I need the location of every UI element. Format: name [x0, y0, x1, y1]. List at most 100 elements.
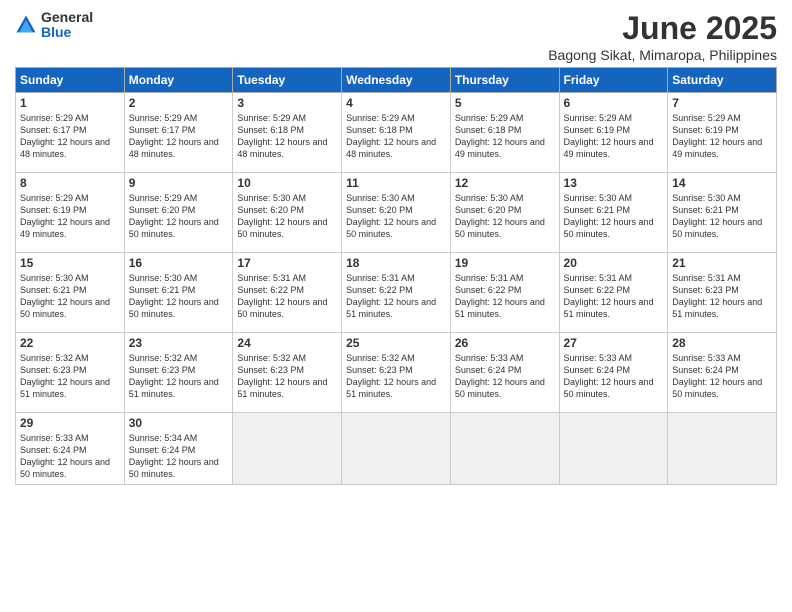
location-subtitle: Bagong Sikat, Mimaropa, Philippines — [548, 47, 777, 63]
col-friday: Friday — [559, 68, 668, 93]
table-row: 30 Sunrise: 5:34 AMSunset: 6:24 PMDayligh… — [124, 413, 233, 485]
col-monday: Monday — [124, 68, 233, 93]
day-info: Sunrise: 5:34 AMSunset: 6:24 PMDaylight:… — [129, 432, 229, 481]
calendar-header-row: Sunday Monday Tuesday Wednesday Thursday… — [16, 68, 777, 93]
day-number: 18 — [346, 256, 446, 270]
table-row — [233, 413, 342, 485]
day-number: 17 — [237, 256, 337, 270]
day-info: Sunrise: 5:30 AMSunset: 6:21 PMDaylight:… — [129, 272, 229, 321]
logo-icon — [15, 14, 37, 36]
day-info: Sunrise: 5:32 AMSunset: 6:23 PMDaylight:… — [237, 352, 337, 401]
col-sunday: Sunday — [16, 68, 125, 93]
table-row: 3 Sunrise: 5:29 AMSunset: 6:18 PMDaylight… — [233, 93, 342, 173]
table-row: 16 Sunrise: 5:30 AMSunset: 6:21 PMDayligh… — [124, 253, 233, 333]
day-info: Sunrise: 5:33 AMSunset: 6:24 PMDaylight:… — [564, 352, 664, 401]
day-number: 1 — [20, 96, 120, 110]
day-number: 9 — [129, 176, 229, 190]
col-thursday: Thursday — [450, 68, 559, 93]
day-number: 22 — [20, 336, 120, 350]
table-row — [559, 413, 668, 485]
table-row: 25 Sunrise: 5:32 AMSunset: 6:23 PMDayligh… — [342, 333, 451, 413]
day-info: Sunrise: 5:32 AMSunset: 6:23 PMDaylight:… — [129, 352, 229, 401]
calendar-week-row: 29 Sunrise: 5:33 AMSunset: 6:24 PMDayligh… — [16, 413, 777, 485]
day-info: Sunrise: 5:29 AMSunset: 6:18 PMDaylight:… — [455, 112, 555, 161]
day-info: Sunrise: 5:31 AMSunset: 6:22 PMDaylight:… — [237, 272, 337, 321]
day-number: 28 — [672, 336, 772, 350]
day-info: Sunrise: 5:29 AMSunset: 6:19 PMDaylight:… — [672, 112, 772, 161]
day-number: 24 — [237, 336, 337, 350]
day-info: Sunrise: 5:33 AMSunset: 6:24 PMDaylight:… — [20, 432, 120, 481]
day-number: 25 — [346, 336, 446, 350]
day-info: Sunrise: 5:29 AMSunset: 6:18 PMDaylight:… — [237, 112, 337, 161]
day-number: 12 — [455, 176, 555, 190]
day-info: Sunrise: 5:31 AMSunset: 6:22 PMDaylight:… — [564, 272, 664, 321]
day-info: Sunrise: 5:32 AMSunset: 6:23 PMDaylight:… — [346, 352, 446, 401]
title-block: June 2025 Bagong Sikat, Mimaropa, Philip… — [548, 10, 777, 63]
day-number: 10 — [237, 176, 337, 190]
day-number: 21 — [672, 256, 772, 270]
calendar-table: Sunday Monday Tuesday Wednesday Thursday… — [15, 67, 777, 485]
logo: General Blue — [15, 10, 93, 41]
table-row: 21 Sunrise: 5:31 AMSunset: 6:23 PMDayligh… — [668, 253, 777, 333]
day-number: 4 — [346, 96, 446, 110]
day-number: 15 — [20, 256, 120, 270]
calendar-week-row: 8 Sunrise: 5:29 AMSunset: 6:19 PMDaylight… — [16, 173, 777, 253]
table-row: 5 Sunrise: 5:29 AMSunset: 6:18 PMDaylight… — [450, 93, 559, 173]
col-wednesday: Wednesday — [342, 68, 451, 93]
day-info: Sunrise: 5:30 AMSunset: 6:20 PMDaylight:… — [346, 192, 446, 241]
day-info: Sunrise: 5:29 AMSunset: 6:17 PMDaylight:… — [129, 112, 229, 161]
table-row: 13 Sunrise: 5:30 AMSunset: 6:21 PMDayligh… — [559, 173, 668, 253]
day-number: 2 — [129, 96, 229, 110]
col-tuesday: Tuesday — [233, 68, 342, 93]
day-number: 26 — [455, 336, 555, 350]
table-row: 29 Sunrise: 5:33 AMSunset: 6:24 PMDayligh… — [16, 413, 125, 485]
table-row: 2 Sunrise: 5:29 AMSunset: 6:17 PMDaylight… — [124, 93, 233, 173]
table-row: 6Sunrise: 5:29 AMSunset: 6:19 PMDaylight… — [559, 93, 668, 173]
day-info: Sunrise: 5:29 AMSunset: 6:20 PMDaylight:… — [129, 192, 229, 241]
logo-general-text: General — [41, 10, 93, 25]
logo-blue-text: Blue — [41, 25, 93, 40]
table-row: 1 Sunrise: 5:29 AMSunset: 6:17 PMDaylight… — [16, 93, 125, 173]
day-info: Sunrise: 5:30 AMSunset: 6:20 PMDaylight:… — [237, 192, 337, 241]
day-info: Sunrise: 5:31 AMSunset: 6:23 PMDaylight:… — [672, 272, 772, 321]
day-number: 20 — [564, 256, 664, 270]
day-number: 14 — [672, 176, 772, 190]
table-row: 15 Sunrise: 5:30 AMSunset: 6:21 PMDayligh… — [16, 253, 125, 333]
table-row: 9 Sunrise: 5:29 AMSunset: 6:20 PMDaylight… — [124, 173, 233, 253]
table-row: 4 Sunrise: 5:29 AMSunset: 6:18 PMDaylight… — [342, 93, 451, 173]
day-number: 13 — [564, 176, 664, 190]
table-row — [668, 413, 777, 485]
day-number: 5 — [455, 96, 555, 110]
table-row: 23Sunrise: 5:32 AMSunset: 6:23 PMDayligh… — [124, 333, 233, 413]
day-number: 3 — [237, 96, 337, 110]
table-row: 14Sunrise: 5:30 AMSunset: 6:21 PMDayligh… — [668, 173, 777, 253]
table-row — [450, 413, 559, 485]
table-row: 28Sunrise: 5:33 AMSunset: 6:24 PMDayligh… — [668, 333, 777, 413]
table-row: 10 Sunrise: 5:30 AMSunset: 6:20 PMDayligh… — [233, 173, 342, 253]
table-row: 24 Sunrise: 5:32 AMSunset: 6:23 PMDayligh… — [233, 333, 342, 413]
day-number: 11 — [346, 176, 446, 190]
table-row — [342, 413, 451, 485]
table-row: 7Sunrise: 5:29 AMSunset: 6:19 PMDaylight… — [668, 93, 777, 173]
table-row: 12 Sunrise: 5:30 AMSunset: 6:20 PMDayligh… — [450, 173, 559, 253]
table-row: 22Sunrise: 5:32 AMSunset: 6:23 PMDayligh… — [16, 333, 125, 413]
calendar-week-row: 15 Sunrise: 5:30 AMSunset: 6:21 PMDayligh… — [16, 253, 777, 333]
day-info: Sunrise: 5:29 AMSunset: 6:17 PMDaylight:… — [20, 112, 120, 161]
table-row: 26Sunrise: 5:33 AMSunset: 6:24 PMDayligh… — [450, 333, 559, 413]
day-number: 8 — [20, 176, 120, 190]
month-year-title: June 2025 — [548, 10, 777, 47]
day-info: Sunrise: 5:30 AMSunset: 6:21 PMDaylight:… — [20, 272, 120, 321]
day-number: 30 — [129, 416, 229, 430]
table-row: 19Sunrise: 5:31 AMSunset: 6:22 PMDayligh… — [450, 253, 559, 333]
day-number: 19 — [455, 256, 555, 270]
day-info: Sunrise: 5:29 AMSunset: 6:19 PMDaylight:… — [20, 192, 120, 241]
day-info: Sunrise: 5:29 AMSunset: 6:18 PMDaylight:… — [346, 112, 446, 161]
day-number: 29 — [20, 416, 120, 430]
table-row: 27Sunrise: 5:33 AMSunset: 6:24 PMDayligh… — [559, 333, 668, 413]
day-info: Sunrise: 5:30 AMSunset: 6:21 PMDaylight:… — [564, 192, 664, 241]
calendar-week-row: 1 Sunrise: 5:29 AMSunset: 6:17 PMDaylight… — [16, 93, 777, 173]
day-number: 16 — [129, 256, 229, 270]
day-info: Sunrise: 5:29 AMSunset: 6:19 PMDaylight:… — [564, 112, 664, 161]
col-saturday: Saturday — [668, 68, 777, 93]
day-info: Sunrise: 5:30 AMSunset: 6:20 PMDaylight:… — [455, 192, 555, 241]
